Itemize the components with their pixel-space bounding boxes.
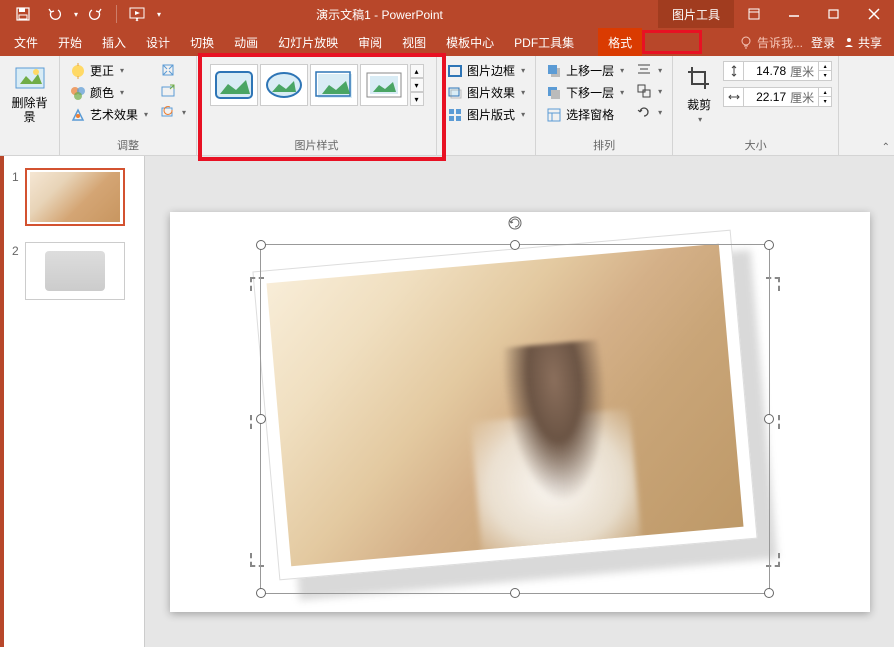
slide-number-1: 1 <box>12 168 19 226</box>
crop-button[interactable]: 裁剪 ▾ <box>679 60 719 126</box>
selection-pane-icon <box>546 107 562 123</box>
undo-button[interactable] <box>40 0 70 28</box>
change-picture-icon <box>160 83 176 99</box>
tab-format[interactable]: 格式 <box>598 28 642 56</box>
artistic-icon <box>70 107 86 123</box>
slide-canvas[interactable] <box>170 212 870 612</box>
tab-pdf[interactable]: PDF工具集 <box>504 28 584 56</box>
picture-style-3[interactable] <box>310 64 358 106</box>
color-button[interactable]: 颜色▾ <box>66 82 152 103</box>
group-button[interactable]: ▾ <box>632 81 666 101</box>
gallery-more[interactable]: ▾ <box>410 92 424 106</box>
picture-style-2[interactable] <box>260 64 308 106</box>
picture-object[interactable] <box>265 250 765 590</box>
tell-me-search[interactable]: 告诉我... <box>739 34 803 51</box>
tab-slideshow[interactable]: 幻灯片放映 <box>268 28 348 56</box>
minimize-button[interactable] <box>774 0 814 28</box>
ribbon-options-button[interactable] <box>734 0 774 28</box>
color-icon <box>70 85 86 101</box>
save-button[interactable] <box>8 0 38 28</box>
picture-border-button[interactable]: 图片边框▾ <box>443 60 529 81</box>
height-down[interactable]: ▾ <box>819 71 831 80</box>
size-group-label: 大小 <box>679 135 832 155</box>
tab-insert[interactable]: 插入 <box>92 28 136 56</box>
lightbulb-icon <box>739 35 753 49</box>
contextual-tab-label: 图片工具 <box>658 0 734 28</box>
tab-transitions[interactable]: 切换 <box>180 28 224 56</box>
tab-design[interactable]: 设计 <box>136 28 180 56</box>
width-down[interactable]: ▾ <box>819 97 831 106</box>
crop-icon <box>683 62 715 94</box>
send-backward-button[interactable]: 下移一层▾ <box>542 82 628 103</box>
gallery-scroll-down[interactable]: ▾ <box>410 78 424 92</box>
rotate-handle[interactable] <box>507 215 523 231</box>
picture-style-1[interactable] <box>210 64 258 106</box>
compress-icon <box>160 62 176 78</box>
tab-view[interactable]: 视图 <box>392 28 436 56</box>
resize-handle-br[interactable] <box>764 588 774 598</box>
slide-thumbnail-1[interactable] <box>25 168 125 226</box>
slide-thumbnail-2[interactable] <box>25 242 125 300</box>
slide-thumbnail-panel[interactable]: 1 2 <box>0 156 145 647</box>
border-icon <box>447 63 463 79</box>
width-spinner[interactable]: 22.17 厘米 ▴▾ <box>723 87 832 107</box>
height-icon <box>724 62 744 80</box>
share-icon <box>843 36 855 48</box>
window-title: 演示文稿1 - PowerPoint <box>161 6 658 23</box>
picture-styles-group-label: 图片样式 <box>203 135 430 155</box>
align-button[interactable]: ▾ <box>632 60 666 80</box>
width-icon <box>724 88 744 106</box>
redo-button[interactable] <box>80 0 110 28</box>
tab-animations[interactable]: 动画 <box>224 28 268 56</box>
picture-layout-button[interactable]: 图片版式▾ <box>443 104 529 125</box>
rotate-icon <box>636 104 652 120</box>
tab-home[interactable]: 开始 <box>48 28 92 56</box>
adjust-group-label: 调整 <box>66 135 190 155</box>
artistic-effects-button[interactable]: 艺术效果▾ <box>66 104 152 125</box>
effects-icon <box>447 85 463 101</box>
picture-effects-button[interactable]: 图片效果▾ <box>443 82 529 103</box>
arrange-group-label: 排列 <box>542 135 666 155</box>
width-up[interactable]: ▴ <box>819 88 831 97</box>
resize-handle-tl[interactable] <box>256 240 266 250</box>
group-icon <box>636 83 652 99</box>
align-icon <box>636 62 652 78</box>
start-from-beginning-button[interactable] <box>123 0 153 28</box>
close-button[interactable] <box>854 0 894 28</box>
height-spinner[interactable]: 14.78 厘米 ▴▾ <box>723 61 832 81</box>
resize-handle-tr[interactable] <box>764 240 774 250</box>
tab-review[interactable]: 审阅 <box>348 28 392 56</box>
maximize-button[interactable] <box>814 0 854 28</box>
layout-icon <box>447 107 463 123</box>
picture-style-4[interactable] <box>360 64 408 106</box>
undo-dropdown[interactable]: ▾ <box>74 10 78 19</box>
selection-pane-button[interactable]: 选择窗格 <box>542 104 628 125</box>
corrections-icon <box>70 63 86 79</box>
tab-templates[interactable]: 模板中心 <box>436 28 504 56</box>
login-button[interactable]: 登录 <box>811 34 835 51</box>
collapse-ribbon-button[interactable]: ⌃ <box>882 142 890 153</box>
height-up[interactable]: ▴ <box>819 62 831 71</box>
slide-number-2: 2 <box>12 242 19 300</box>
corrections-button[interactable]: 更正▾ <box>66 60 152 81</box>
share-button[interactable]: 共享 <box>843 34 882 51</box>
remove-background-icon <box>14 62 46 94</box>
reset-icon <box>160 104 176 120</box>
slide-editor[interactable] <box>145 156 894 647</box>
compress-pictures-button[interactable] <box>156 60 190 80</box>
gallery-scroll-up[interactable]: ▴ <box>410 64 424 78</box>
rotate-button[interactable]: ▾ <box>632 102 666 122</box>
change-picture-button[interactable] <box>156 81 190 101</box>
reset-picture-button[interactable]: ▾ <box>156 102 190 122</box>
bring-forward-button[interactable]: 上移一层▾ <box>542 60 628 81</box>
bring-forward-icon <box>546 63 562 79</box>
tab-file[interactable]: 文件 <box>4 28 48 56</box>
remove-background-button[interactable]: 删除背景 <box>6 60 53 127</box>
send-backward-icon <box>546 85 562 101</box>
tell-me-label: 告诉我... <box>757 34 803 51</box>
